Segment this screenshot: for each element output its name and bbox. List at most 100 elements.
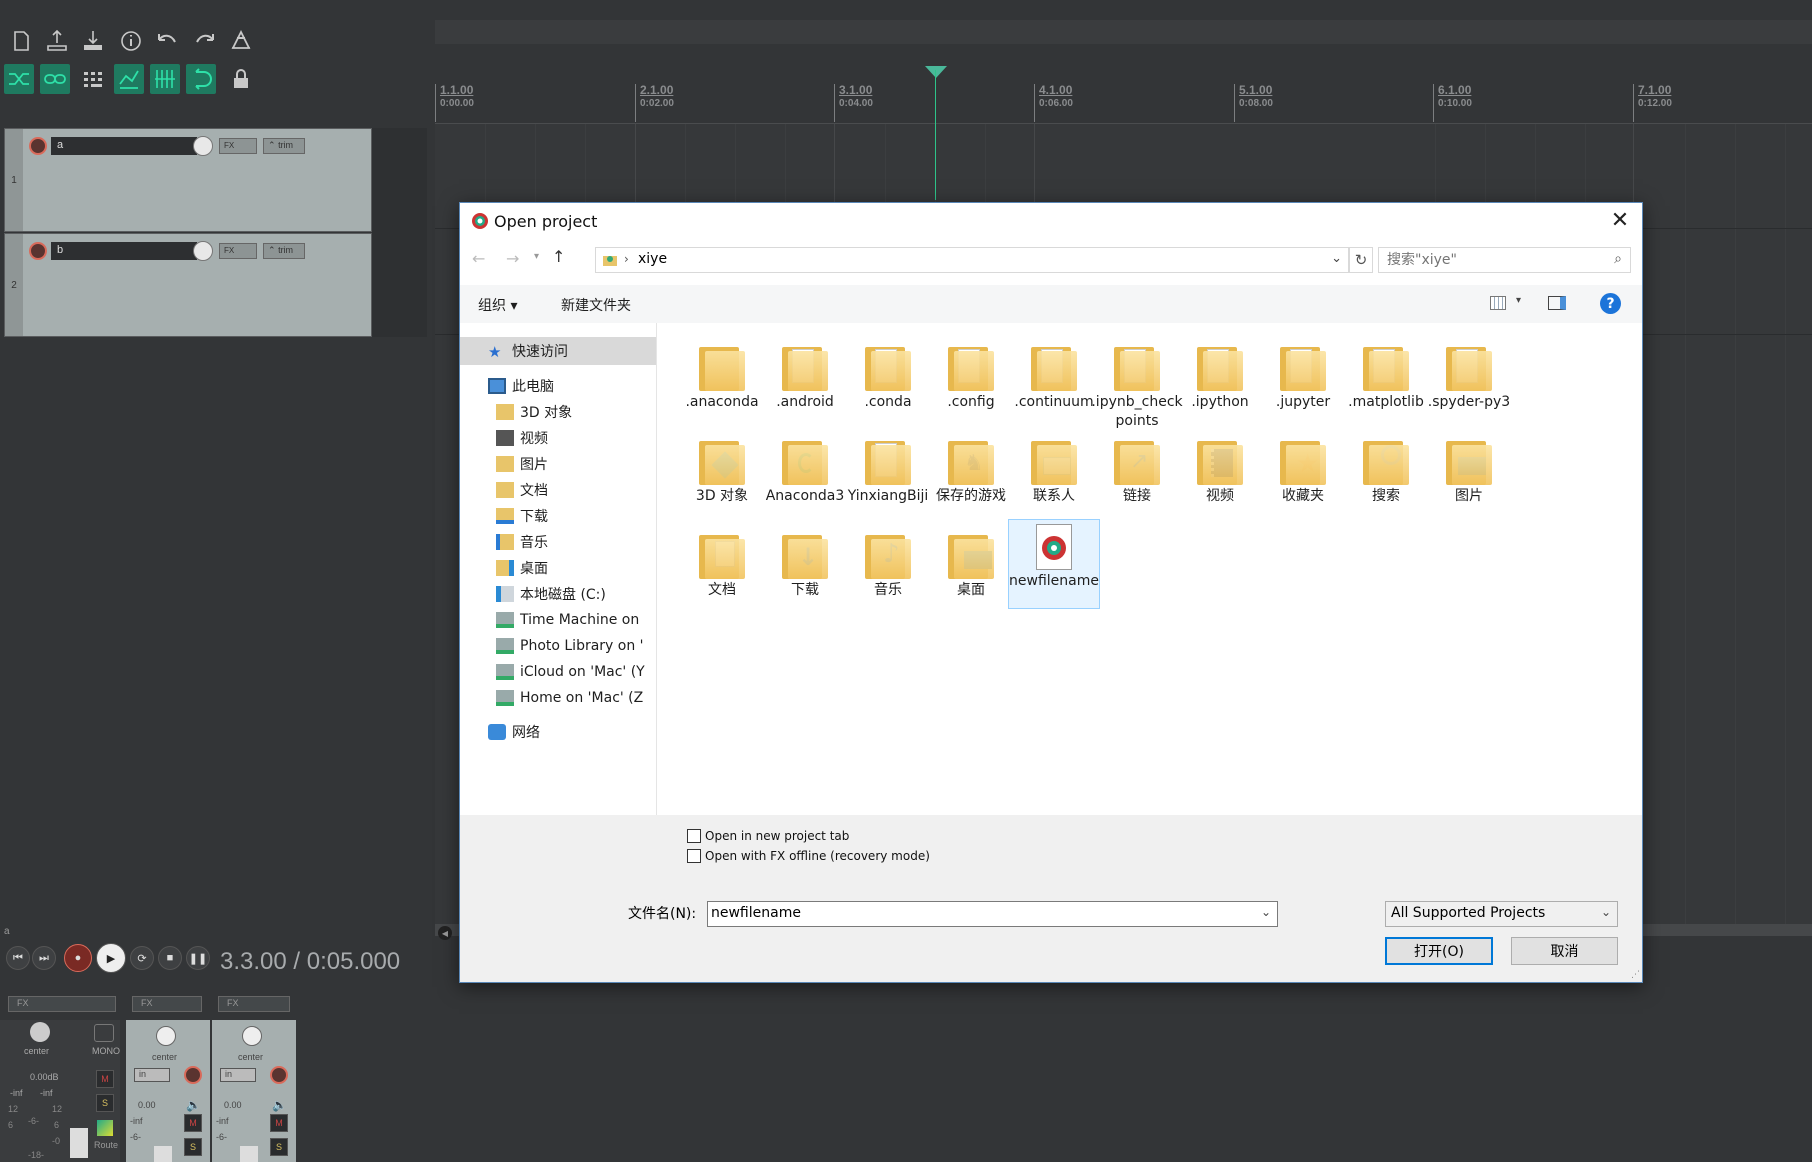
ripple-edit-icon[interactable] <box>186 64 216 94</box>
nav-network-drive[interactable]: Photo Library on ' <box>496 633 656 659</box>
pan-knob[interactable] <box>30 1022 50 1042</box>
back-arrow-icon[interactable]: ← <box>472 249 485 268</box>
new-project-icon[interactable] <box>6 26 36 56</box>
volume-fader[interactable] <box>154 1146 172 1162</box>
open-project-icon[interactable] <box>42 26 72 56</box>
open-button[interactable]: 打开(O) <box>1385 937 1493 965</box>
file-item[interactable]: ↓ 下载 <box>759 519 851 623</box>
record-button[interactable]: ● <box>64 944 92 972</box>
open-new-tab-checkbox[interactable]: Open in new project tab <box>687 829 849 843</box>
nav-desktop[interactable]: 桌面 <box>496 555 548 581</box>
input-select[interactable]: in <box>220 1068 256 1082</box>
fx-offline-checkbox[interactable]: Open with FX offline (recovery mode) <box>687 849 930 863</box>
lock-icon[interactable] <box>226 64 256 94</box>
file-item[interactable]: .config <box>925 331 1017 435</box>
filename-dropdown-icon[interactable]: ⌄ <box>1261 905 1271 919</box>
undo-icon[interactable] <box>152 26 182 56</box>
nav-local-disk[interactable]: 本地磁盘 (C:) <box>496 581 606 607</box>
strip-fx-button[interactable]: FX <box>132 996 202 1012</box>
help-icon[interactable]: ? <box>1600 293 1621 314</box>
address-bar[interactable]: › xiye ⌄ <box>595 247 1349 273</box>
mute-button[interactable]: M <box>96 1070 114 1088</box>
file-item[interactable]: ♪ 音乐 <box>842 519 934 623</box>
link-grouping-icon[interactable] <box>40 64 70 94</box>
address-path[interactable]: xiye <box>638 251 667 267</box>
filter-dropdown-icon[interactable]: ⌄ <box>1601 905 1611 919</box>
pause-button[interactable]: ❚❚ <box>186 946 210 970</box>
file-item[interactable]: 视频 <box>1174 425 1266 529</box>
track-1[interactable]: 1 a FX ⌃ trim M S ⊘ <box>4 128 423 232</box>
file-item[interactable]: .jupyter <box>1257 331 1349 435</box>
recent-locations-icon[interactable]: ▾ <box>534 251 539 262</box>
up-arrow-icon[interactable]: ↑ <box>552 247 565 266</box>
record-arm-button[interactable] <box>29 137 47 155</box>
search-input[interactable] <box>1387 249 1597 271</box>
file-item[interactable]: 文档 <box>676 519 768 623</box>
envelope-points-icon[interactable] <box>114 64 144 94</box>
nav-3d-objects[interactable]: 3D 对象 <box>496 399 572 425</box>
playhead-marker-icon[interactable] <box>925 66 947 78</box>
resize-grip-icon[interactable]: ⋰ <box>1631 970 1640 980</box>
filename-input[interactable]: newfilename ⌄ <box>707 901 1278 927</box>
nav-downloads[interactable]: 下载 <box>496 503 548 529</box>
new-folder-button[interactable]: 新建文件夹 <box>561 295 631 315</box>
master-fx-button[interactable]: FX <box>8 996 116 1012</box>
save-project-icon[interactable] <box>78 26 108 56</box>
file-item[interactable]: ↗ 链接 <box>1091 425 1183 529</box>
fx-button[interactable]: FX <box>219 138 257 154</box>
fx-button[interactable]: FX <box>219 243 257 259</box>
preview-pane-icon[interactable] <box>1548 296 1566 310</box>
nav-music[interactable]: 音乐 <box>496 529 548 555</box>
checkbox-box[interactable] <box>687 829 701 843</box>
nav-this-pc[interactable]: 此电脑 <box>488 373 554 399</box>
go-to-end-icon[interactable]: ⏭ <box>32 946 56 970</box>
nav-quick-access[interactable]: ★ 快速访问 <box>488 338 568 364</box>
route-icon[interactable] <box>97 1120 113 1136</box>
track-2[interactable]: 2 b FX ⌃ trim M S ⊘ <box>4 233 423 337</box>
file-item[interactable]: 联系人 <box>1008 425 1100 529</box>
file-item[interactable]: .continuum <box>1008 331 1100 435</box>
file-item[interactable]: .anaconda <box>676 331 768 435</box>
go-to-start-icon[interactable]: ⏮ <box>6 946 30 970</box>
file-item[interactable]: 图片 <box>1423 425 1515 529</box>
file-item[interactable]: .matplotlib <box>1340 331 1432 435</box>
file-item[interactable]: YinxiangBiji <box>842 425 934 529</box>
stop-button[interactable]: ■ <box>158 946 182 970</box>
pan-knob[interactable] <box>156 1026 176 1046</box>
refresh-icon[interactable]: ↻ <box>1349 247 1373 273</box>
nav-network-drive[interactable]: Time Machine on <box>496 607 656 633</box>
timeline-ruler[interactable]: 1.1.00 0:00.00 2.1.00 0:02.00 3.1.00 0:04.0… <box>435 74 1812 124</box>
scroll-left-icon[interactable]: ◀ <box>438 926 452 940</box>
checkbox-box[interactable] <box>687 849 701 863</box>
trim-button[interactable]: ⌃ trim <box>263 243 305 259</box>
file-type-select[interactable]: All Supported Projects ⌄ <box>1385 901 1618 927</box>
grid-view-icon[interactable] <box>78 64 108 94</box>
volume-knob[interactable] <box>193 136 213 156</box>
nav-documents[interactable]: 文档 <box>496 477 548 503</box>
mute-button[interactable]: M <box>270 1114 288 1132</box>
file-item[interactable]: 桌面 <box>925 519 1017 623</box>
nav-pictures[interactable]: 图片 <box>496 451 548 477</box>
auto-crossfade-icon[interactable] <box>4 64 34 94</box>
solo-button[interactable]: S <box>96 1094 114 1112</box>
track-name-field[interactable]: a <box>51 137 197 155</box>
file-item[interactable]: .conda <box>842 331 934 435</box>
file-item[interactable]: 3D 对象 <box>676 425 768 529</box>
file-item[interactable]: .ipynb_checkpoints <box>1091 331 1183 435</box>
view-dropdown-icon[interactable]: ▾ <box>1516 295 1521 306</box>
organize-menu[interactable]: 组织 ▾ <box>478 295 517 315</box>
file-item[interactable]: .spyder-py3 <box>1423 331 1515 435</box>
input-select[interactable]: in <box>134 1068 170 1082</box>
nav-network-drive[interactable]: Home on 'Mac' (Z <box>496 685 656 711</box>
volume-fader[interactable] <box>70 1128 88 1158</box>
nav-network[interactable]: 网络 <box>488 719 540 745</box>
file-item[interactable]: .android <box>759 331 851 435</box>
project-info-icon[interactable] <box>116 26 146 56</box>
file-item[interactable]: ♞ 保存的游戏 <box>925 425 1017 529</box>
loop-icon[interactable]: ⟳ <box>130 946 154 970</box>
file-item[interactable]: 搜索 <box>1340 425 1432 529</box>
file-item[interactable]: .ipython <box>1174 331 1266 435</box>
file-item[interactable]: newfilename <box>1008 519 1100 609</box>
metronome-icon[interactable] <box>226 26 256 56</box>
pan-knob[interactable] <box>242 1026 262 1046</box>
